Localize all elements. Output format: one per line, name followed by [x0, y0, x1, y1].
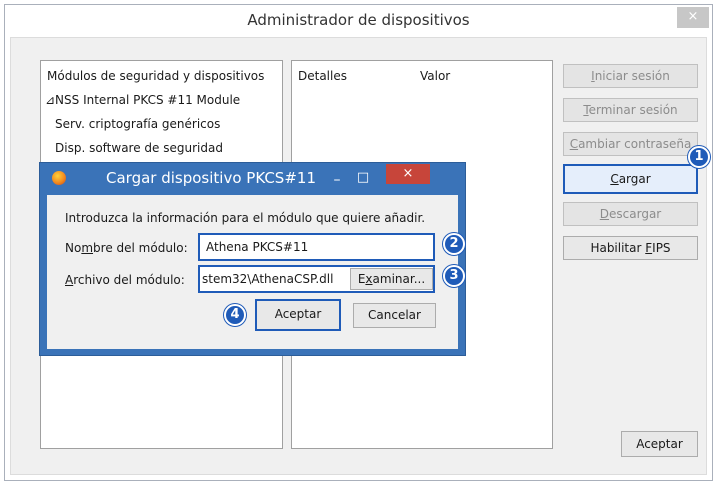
label-part: escargar: [609, 207, 662, 221]
dialog-intro: Introduzca la información para el módulo…: [65, 211, 426, 225]
module-file-label: Archivo del módulo:: [65, 273, 185, 287]
browse-button[interactable]: Examinar...: [350, 268, 433, 290]
label-part: argar: [618, 172, 651, 186]
load-button[interactable]: Cargar: [563, 164, 698, 194]
step-badge-4: 4: [224, 304, 246, 326]
label-accel: A: [65, 273, 74, 287]
window-title: Administrador de dispositivos: [247, 11, 470, 29]
label-part: erminar sesión: [588, 103, 678, 117]
maximize-icon[interactable]: □: [352, 163, 374, 193]
label-part: Habilitar: [590, 241, 646, 255]
module-name-label: Nombre del módulo:: [65, 241, 188, 255]
step-badge-1: 1: [688, 146, 710, 168]
label-part: No: [65, 241, 82, 255]
ok-button[interactable]: Aceptar: [621, 431, 698, 457]
label-accel: x: [365, 272, 373, 286]
step-badge-3: 3: [443, 265, 465, 287]
label-accel: C: [569, 137, 579, 151]
dialog-body: Introduzca la información para el módulo…: [47, 195, 458, 349]
label-part: IPS: [652, 241, 671, 255]
enable-fips-button[interactable]: Habilitar FIPS: [563, 236, 698, 260]
dialog-cancel-button[interactable]: Cancelar: [353, 303, 436, 328]
module-file-group: stem32\AthenaCSP.dll Examinar...: [198, 265, 435, 293]
tree-item-software-device[interactable]: Disp. software de seguridad: [55, 141, 223, 155]
tree-item-nss-module[interactable]: ⊿NSS Internal PKCS #11 Module: [45, 93, 240, 107]
change-password-button[interactable]: Cambiar contraseña: [563, 132, 698, 156]
label-part: ambiar contraseña: [578, 137, 692, 151]
logout-button[interactable]: Terminar sesión: [563, 98, 698, 122]
login-button[interactable]: Iniciar sesión: [563, 64, 698, 88]
label-part: aminar...: [372, 272, 426, 286]
module-name-field[interactable]: Athena PKCS#11: [198, 233, 435, 261]
window-close-button[interactable]: ×: [677, 7, 709, 28]
label-part: niciar sesión: [594, 69, 670, 83]
label-accel: D: [599, 207, 610, 221]
dialog-close-button[interactable]: ×: [386, 164, 430, 184]
dialog-title: Cargar dispositivo PKCS#11: [106, 169, 316, 187]
module-file-field[interactable]: stem32\AthenaCSP.dll: [202, 272, 333, 286]
tree-header: Módulos de seguridad y dispositivos: [47, 69, 265, 83]
details-column-header[interactable]: Detalles: [298, 69, 347, 83]
dialog-titlebar: Cargar dispositivo PKCS#11 – □ ×: [40, 163, 465, 193]
label-accel: m: [81, 241, 94, 255]
unload-button[interactable]: Descargar: [563, 202, 698, 226]
firefox-icon: [52, 171, 66, 185]
label-part: bre del módulo:: [93, 241, 188, 255]
minimize-icon[interactable]: –: [326, 165, 348, 195]
load-pkcs11-dialog: Cargar dispositivo PKCS#11 – □ × Introdu…: [39, 162, 466, 356]
step-badge-2: 2: [443, 233, 465, 255]
dialog-accept-button[interactable]: Aceptar: [255, 299, 341, 331]
value-column-header[interactable]: Valor: [420, 69, 450, 83]
tree-item-crypto-services[interactable]: Serv. criptografía genéricos: [55, 117, 220, 131]
label-accel: C: [610, 172, 619, 186]
label-part: rchivo del módulo:: [73, 273, 185, 287]
